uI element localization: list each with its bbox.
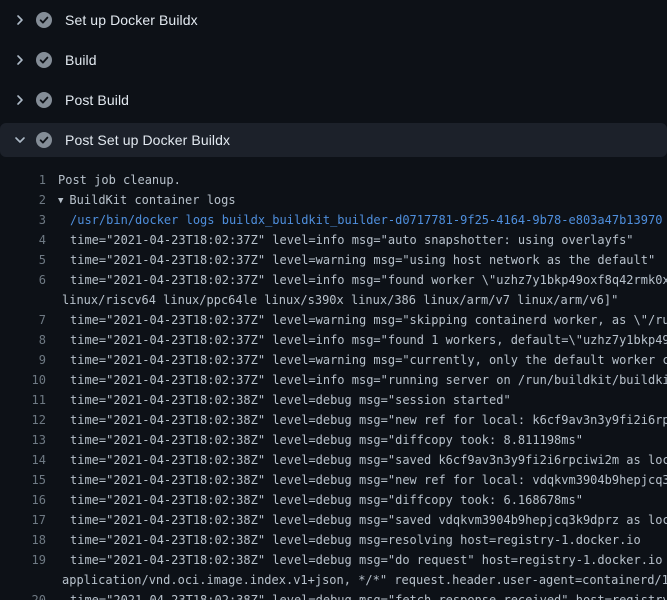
log-line: 20 time="2021-04-23T18:02:38Z" level=deb…: [0, 590, 667, 600]
log-text: time="2021-04-23T18:02:38Z" level=debug …: [70, 453, 667, 467]
log-line-number[interactable]: [0, 290, 46, 310]
log-line-number[interactable]: 18: [0, 530, 46, 550]
log-line: 8 time="2021-04-23T18:02:37Z" level=info…: [0, 330, 667, 350]
log-line-number[interactable]: 6: [0, 270, 46, 290]
log-line-number[interactable]: 14: [0, 450, 46, 470]
step-label: Set up Docker Buildx: [65, 12, 198, 28]
log-line-number[interactable]: 11: [0, 390, 46, 410]
check-circle-icon: [36, 92, 52, 108]
log-line-number[interactable]: 1: [0, 170, 46, 190]
log-line: 19 time="2021-04-23T18:02:38Z" level=deb…: [0, 550, 667, 570]
log-line-number[interactable]: 16: [0, 490, 46, 510]
log-text: time="2021-04-23T18:02:38Z" level=debug …: [70, 553, 667, 567]
log-line: 11 time="2021-04-23T18:02:38Z" level=deb…: [0, 390, 667, 410]
log-line-number[interactable]: 9: [0, 350, 46, 370]
log-line-number[interactable]: [0, 570, 46, 590]
log-line-number[interactable]: 19: [0, 550, 46, 570]
log-line: 12 time="2021-04-23T18:02:38Z" level=deb…: [0, 410, 667, 430]
log-line: application/vnd.oci.image.index.v1+json,…: [0, 570, 667, 590]
log-line: 5 time="2021-04-23T18:02:37Z" level=warn…: [0, 250, 667, 270]
log-container[interactable]: 1 Post job cleanup. 2 ▼ BuildKit containe…: [0, 160, 667, 600]
log-line: 10 time="2021-04-23T18:02:37Z" level=inf…: [0, 370, 667, 390]
step-label: Build: [65, 52, 97, 68]
log-line: 14 time="2021-04-23T18:02:38Z" level=deb…: [0, 450, 667, 470]
log-text: time="2021-04-23T18:02:38Z" level=debug …: [70, 473, 667, 487]
log-line: 2 ▼ BuildKit container logs: [0, 190, 667, 210]
log-line: linux/riscv64 linux/ppc64le linux/s390x …: [0, 290, 667, 310]
step-label: Post Build: [65, 92, 129, 108]
log-line: 7 time="2021-04-23T18:02:37Z" level=warn…: [0, 310, 667, 330]
log-text: time="2021-04-23T18:02:37Z" level=info m…: [70, 233, 634, 247]
log-line: 18 time="2021-04-23T18:02:38Z" level=deb…: [0, 530, 667, 550]
log-text: time="2021-04-23T18:02:38Z" level=debug …: [70, 493, 583, 507]
log-text: linux/riscv64 linux/ppc64le linux/s390x …: [62, 293, 618, 307]
log-text: time="2021-04-23T18:02:38Z" level=debug …: [70, 393, 511, 407]
actions-log-panel: Set up Docker Buildx Build Post Build Po…: [0, 0, 667, 600]
chevron-right-icon: [12, 92, 28, 108]
log-text: time="2021-04-23T18:02:38Z" level=debug …: [70, 433, 583, 447]
log-text: BuildKit container logs: [69, 193, 235, 207]
log-line: 3 /usr/bin/docker logs buildx_buildkit_b…: [0, 210, 667, 230]
log-line: 9 time="2021-04-23T18:02:37Z" level=warn…: [0, 350, 667, 370]
log-text: time="2021-04-23T18:02:37Z" level=info m…: [70, 333, 667, 347]
log-text: time="2021-04-23T18:02:37Z" level=warnin…: [70, 253, 655, 267]
log-line-number[interactable]: 13: [0, 430, 46, 450]
log-line: 15 time="2021-04-23T18:02:38Z" level=deb…: [0, 470, 667, 490]
step-row[interactable]: Post Set up Docker Buildx: [0, 123, 667, 157]
log-line: 13 time="2021-04-23T18:02:38Z" level=deb…: [0, 430, 667, 450]
log-line-number[interactable]: 15: [0, 470, 46, 490]
log-line: 4 time="2021-04-23T18:02:37Z" level=info…: [0, 230, 667, 250]
log-line-number[interactable]: 2: [0, 190, 46, 210]
log-line-number[interactable]: 4: [0, 230, 46, 250]
chevron-right-icon: [12, 52, 28, 68]
step-row[interactable]: Set up Docker Buildx: [0, 0, 667, 40]
chevron-right-icon: [12, 12, 28, 28]
log-line-number[interactable]: 10: [0, 370, 46, 390]
log-line-number[interactable]: 5: [0, 250, 46, 270]
step-row[interactable]: Build: [0, 40, 667, 80]
log-line: 1 Post job cleanup.: [0, 170, 667, 190]
log-text: time="2021-04-23T18:02:37Z" level=warnin…: [70, 353, 667, 367]
step-row[interactable]: Post Build: [0, 80, 667, 120]
collapse-triangle-icon[interactable]: ▼: [58, 191, 63, 210]
log-line: 6 time="2021-04-23T18:02:37Z" level=info…: [0, 270, 667, 290]
log-text: time="2021-04-23T18:02:38Z" level=debug …: [70, 593, 667, 600]
check-circle-icon: [36, 12, 52, 28]
log-text: time="2021-04-23T18:02:38Z" level=debug …: [70, 533, 641, 547]
log-text: Post job cleanup.: [58, 173, 181, 187]
check-circle-icon: [36, 132, 52, 148]
log-text: time="2021-04-23T18:02:37Z" level=warnin…: [70, 313, 667, 327]
log-text: /usr/bin/docker logs buildx_buildkit_bui…: [70, 213, 662, 227]
log-text: time="2021-04-23T18:02:37Z" level=info m…: [70, 373, 667, 387]
log-line: 17 time="2021-04-23T18:02:38Z" level=deb…: [0, 510, 667, 530]
log-line: 16 time="2021-04-23T18:02:38Z" level=deb…: [0, 490, 667, 510]
log-line-number[interactable]: 8: [0, 330, 46, 350]
log-line-number[interactable]: 7: [0, 310, 46, 330]
log-text: application/vnd.oci.image.index.v1+json,…: [62, 573, 667, 587]
log-text: time="2021-04-23T18:02:38Z" level=debug …: [70, 413, 667, 427]
log-line-number[interactable]: 12: [0, 410, 46, 430]
step-label: Post Set up Docker Buildx: [65, 132, 230, 148]
check-circle-icon: [36, 52, 52, 68]
log-text: time="2021-04-23T18:02:37Z" level=info m…: [70, 273, 667, 287]
log-line-number[interactable]: 20: [0, 590, 46, 600]
chevron-down-icon: [12, 132, 28, 148]
log-line-number[interactable]: 3: [0, 210, 46, 230]
steps-list: Set up Docker Buildx Build Post Build Po…: [0, 0, 667, 157]
log-line-number[interactable]: 17: [0, 510, 46, 530]
log-text: time="2021-04-23T18:02:38Z" level=debug …: [70, 513, 667, 527]
